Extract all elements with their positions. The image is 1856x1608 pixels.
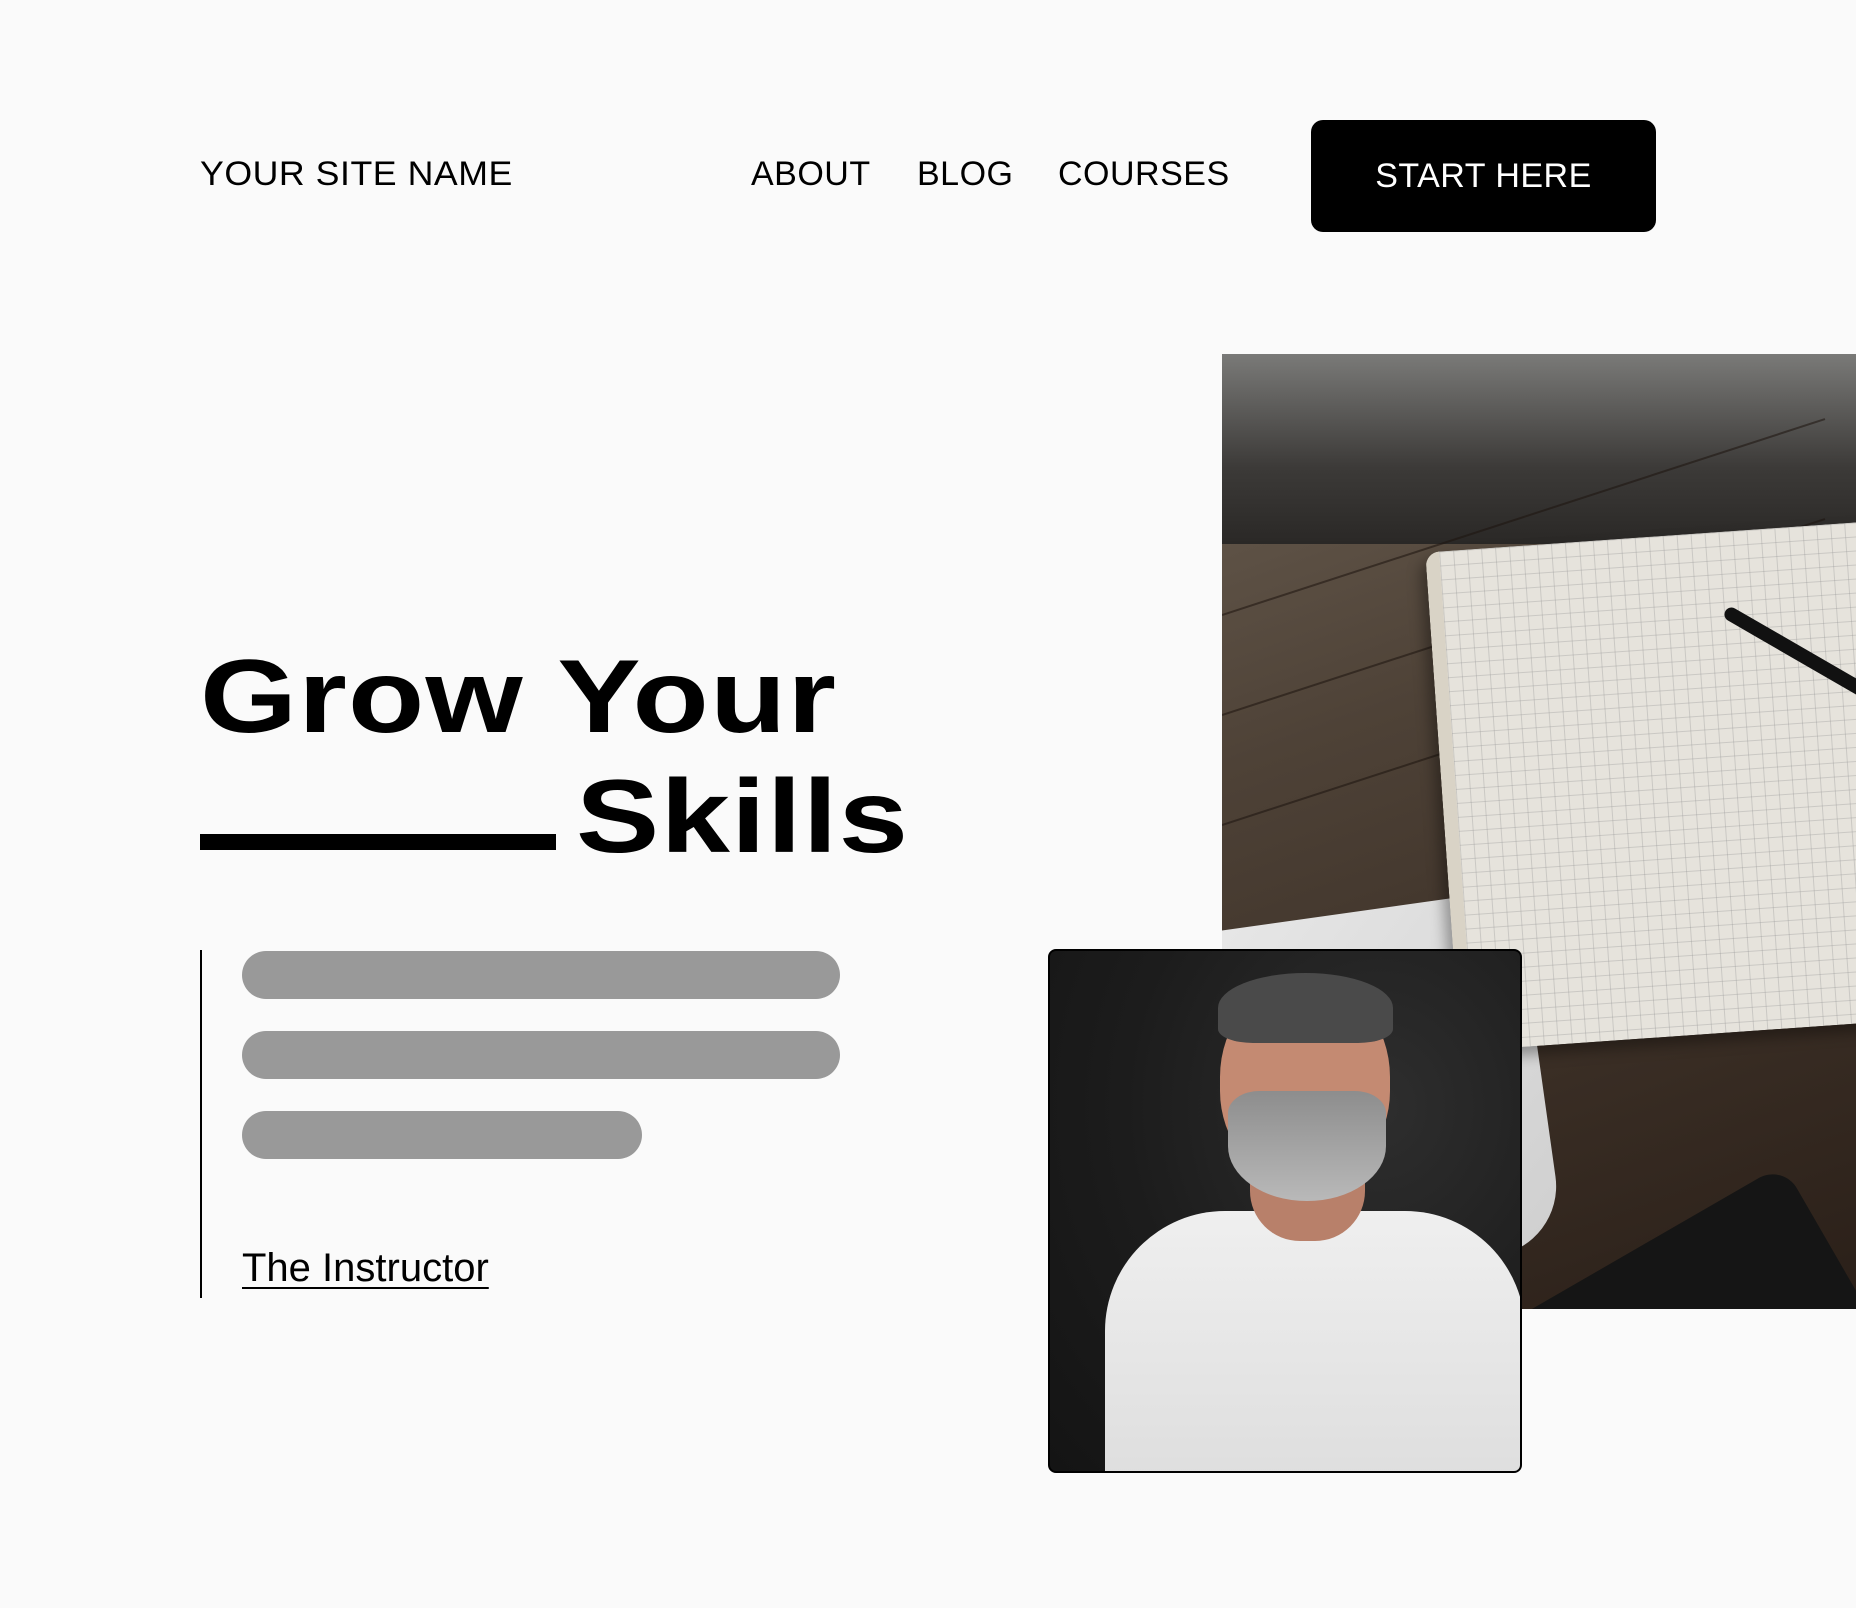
start-here-button[interactable]: START HERE — [1311, 120, 1656, 232]
text-placeholder-bar — [242, 1111, 642, 1159]
text-placeholder-bar — [242, 951, 840, 999]
headline-line-1: Grow Your — [200, 639, 838, 755]
instructor-link[interactable]: The Instructor — [242, 1246, 489, 1291]
nav-about[interactable]: ABOUT — [751, 155, 871, 194]
portrait-shirt — [1105, 1211, 1520, 1471]
start-here-label: START HERE — [1375, 156, 1592, 195]
site-name[interactable]: YOUR SITE NAME — [200, 155, 513, 194]
portrait-hair — [1218, 973, 1393, 1043]
floor-background — [1222, 354, 1856, 544]
text-placeholder-bar — [242, 1031, 840, 1079]
quote-divider — [200, 950, 202, 1298]
portrait-beard — [1228, 1091, 1386, 1201]
page: YOUR SITE NAME ABOUT BLOG COURSES START … — [0, 0, 1856, 1608]
nav-blog[interactable]: BLOG — [917, 155, 1013, 194]
instructor-portrait — [1048, 949, 1522, 1473]
headline-rule — [200, 834, 556, 850]
headline-line-2: Skills — [576, 759, 910, 875]
nav-courses[interactable]: COURSES — [1058, 155, 1230, 194]
